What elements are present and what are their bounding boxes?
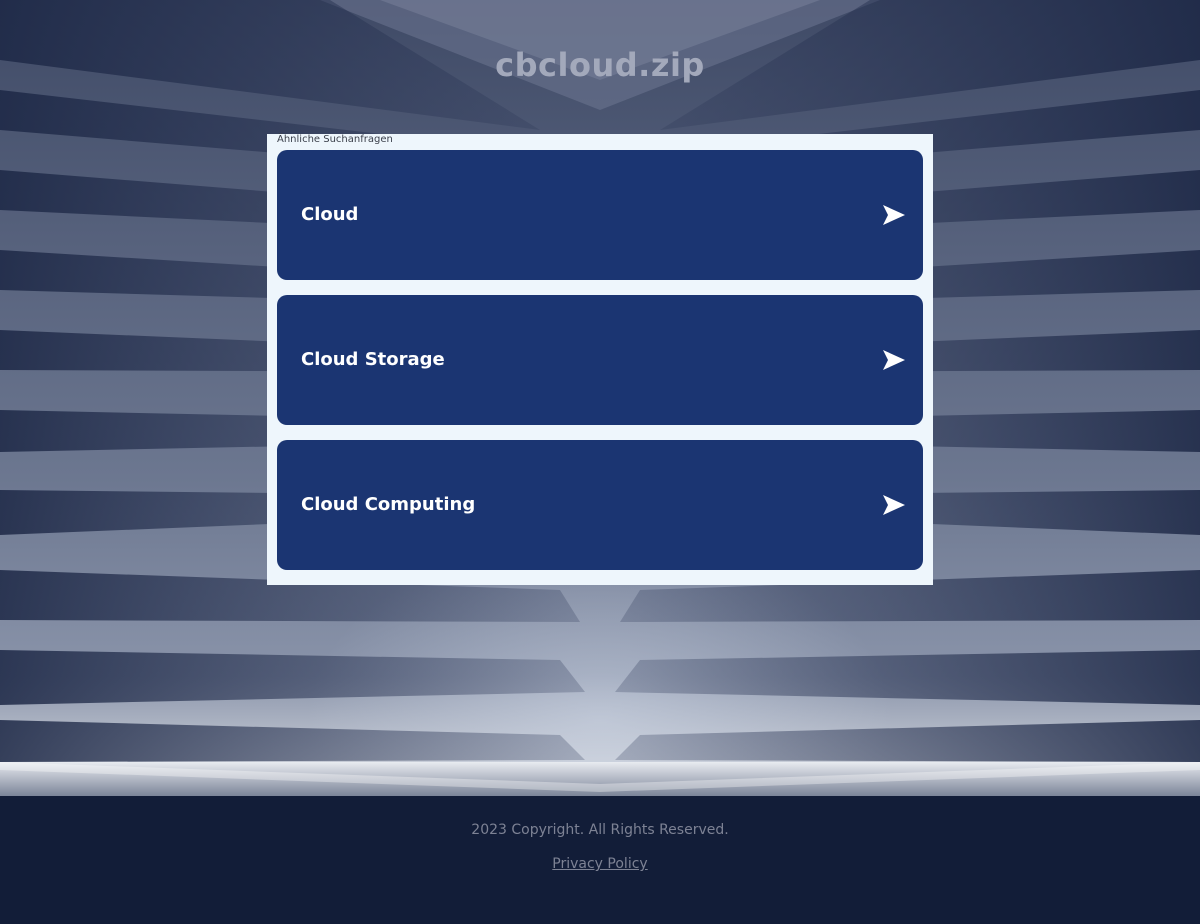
site-title: cbcloud.zip — [495, 46, 705, 84]
related-link-cloud-storage[interactable]: Cloud Storage — [277, 295, 923, 425]
related-link-cloud[interactable]: Cloud — [277, 150, 923, 280]
privacy-policy-link[interactable]: Privacy Policy — [552, 856, 647, 872]
privacy-link-wrapper: Privacy Policy — [0, 856, 1200, 872]
footer: 2023 Copyright. All Rights Reserved. Pri… — [0, 796, 1200, 924]
related-searches-label: Ähnliche Suchanfragen — [277, 134, 393, 145]
arrow-right-icon — [883, 205, 905, 225]
related-searches-panel: Ähnliche Suchanfragen Cloud Cloud Storag… — [267, 134, 933, 585]
related-link-label: Cloud Computing — [301, 494, 476, 515]
related-link-cloud-computing[interactable]: Cloud Computing — [277, 440, 923, 570]
copyright-text: 2023 Copyright. All Rights Reserved. — [471, 822, 729, 838]
related-link-label: Cloud — [301, 204, 359, 225]
arrow-right-icon — [883, 495, 905, 515]
related-link-label: Cloud Storage — [301, 349, 445, 370]
arrow-right-icon — [883, 350, 905, 370]
